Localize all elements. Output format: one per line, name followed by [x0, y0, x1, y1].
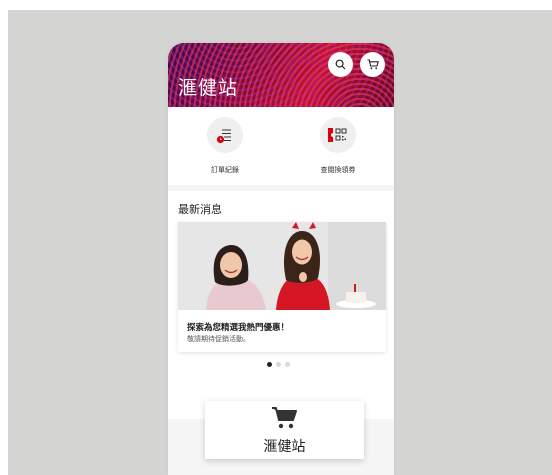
promo-photo	[178, 222, 386, 310]
promo-title: 探索為您精選我熱門優惠！	[187, 323, 290, 333]
shop-tab-label: 滙健站	[263, 439, 306, 455]
cart-icon	[272, 407, 297, 429]
voucher-qr-icon	[328, 128, 347, 142]
shop-tab-card[interactable]: 滙健站	[205, 401, 364, 459]
order-record-button[interactable]: 訂單紀錄	[185, 117, 265, 175]
view-vouchers-button[interactable]: 查閱換領券	[298, 117, 378, 175]
view-vouchers-label: 查閱換領券	[320, 166, 356, 174]
search-icon	[335, 59, 346, 70]
header-banner: 滙健站	[168, 43, 394, 107]
promo-card[interactable]: 探索為您精選我熱門優惠！ 敬請期待促銷活動。	[178, 222, 386, 352]
carousel-dot-1[interactable]	[267, 362, 272, 367]
cart-button[interactable]	[360, 52, 385, 77]
app-title: 滙健站	[178, 77, 239, 99]
order-record-label: 訂單紀錄	[211, 166, 239, 174]
cart-icon	[367, 59, 379, 70]
order-record-icon	[216, 129, 231, 144]
news-heading: 最新消息	[178, 203, 222, 216]
order-record-icon-circle	[207, 117, 243, 153]
search-button[interactable]	[328, 52, 353, 77]
promo-subtitle: 敬請期待促銷活動。	[187, 335, 250, 343]
carousel-dots	[267, 362, 290, 367]
carousel-dot-3[interactable]	[285, 362, 290, 367]
promo-illustration	[178, 222, 386, 310]
carousel-dot-2[interactable]	[276, 362, 281, 367]
voucher-icon-circle	[320, 117, 356, 153]
quick-actions: 訂單紀錄 查閱換領券	[168, 107, 394, 185]
news-section: 最新消息 探索為您精選我熱門優惠！ 敬請期待促銷活動。	[168, 191, 394, 419]
